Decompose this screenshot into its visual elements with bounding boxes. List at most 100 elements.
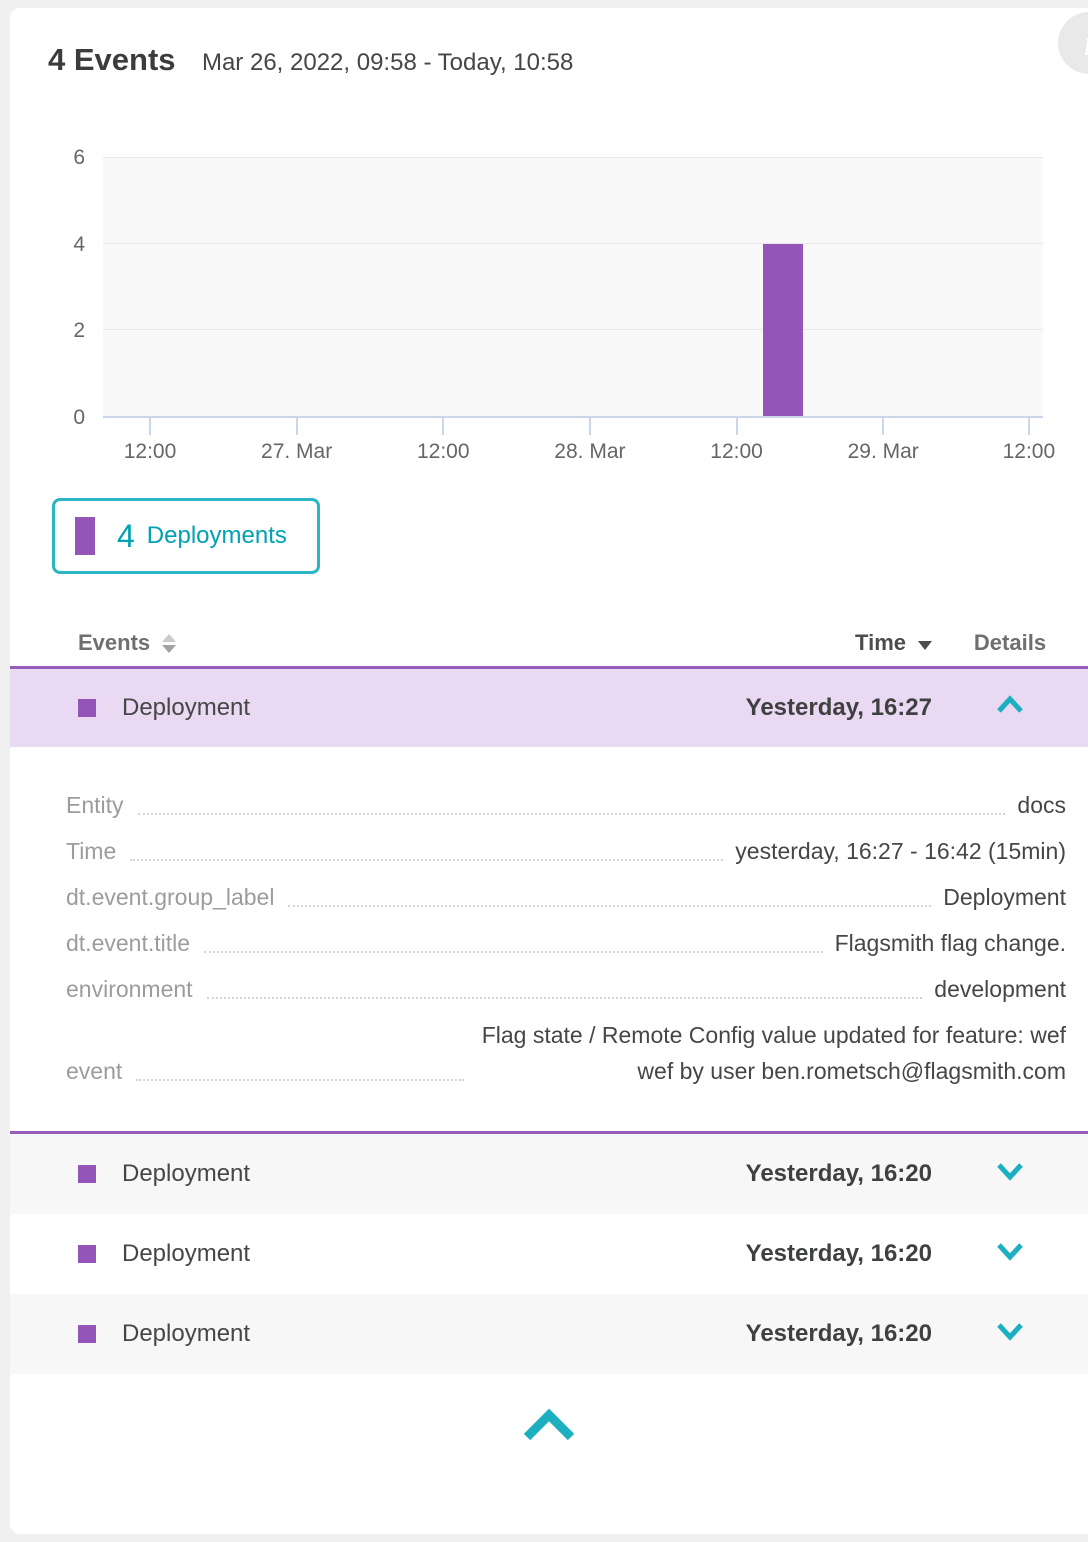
detail-leader-dots bbox=[138, 813, 1006, 815]
detail-leader-dots bbox=[204, 951, 823, 953]
detail-row: environment development bbox=[66, 971, 1066, 1007]
event-row[interactable]: Deployment Yesterday, 16:20 bbox=[10, 1294, 1088, 1374]
time-header-label: Time bbox=[855, 630, 906, 655]
x-axis-tick bbox=[296, 418, 298, 435]
gridline bbox=[103, 243, 1043, 244]
detail-leader-dots bbox=[207, 997, 923, 999]
detail-row: Time yesterday, 16:27 - 16:42 (15min) bbox=[66, 833, 1066, 869]
event-details-cell bbox=[932, 1160, 1088, 1188]
triangle-down-icon bbox=[918, 641, 932, 650]
detail-value: Flagsmith flag change. bbox=[835, 925, 1066, 961]
detail-value: development bbox=[934, 971, 1066, 1007]
timeframe-label: Mar 26, 2022, 09:58 - Today, 10:58 bbox=[202, 49, 573, 77]
detail-label: event bbox=[66, 1053, 122, 1089]
column-header-time[interactable]: Time bbox=[672, 630, 932, 656]
event-details-cell bbox=[932, 694, 1088, 722]
event-time-label: Yesterday, 16:27 bbox=[746, 694, 932, 721]
events-table: Events Time Details Deployment Yesterday,… bbox=[10, 620, 1088, 1374]
event-time-label: Yesterday, 16:20 bbox=[746, 1240, 932, 1267]
events-header-label: Events bbox=[78, 630, 150, 656]
chevron-down-icon[interactable] bbox=[932, 1241, 1088, 1261]
event-time-label: Yesterday, 16:20 bbox=[746, 1320, 932, 1347]
deployments-swatch-icon bbox=[75, 517, 95, 555]
x-axis-tick-label: 28. Mar bbox=[554, 440, 625, 464]
info-icon[interactable]: i bbox=[1058, 12, 1088, 74]
detail-value: yesterday, 16:27 - 16:42 (15min) bbox=[735, 833, 1066, 869]
detail-label: Entity bbox=[66, 787, 124, 823]
detail-row: dt.event.title Flagsmith flag change. bbox=[66, 925, 1066, 961]
event-type-label: Deployment bbox=[122, 1320, 250, 1348]
plot-area bbox=[103, 158, 1043, 418]
x-axis-tick-label: 27. Mar bbox=[261, 440, 332, 464]
column-header-events[interactable]: Events bbox=[10, 630, 672, 656]
event-row[interactable]: Deployment Yesterday, 16:27 bbox=[10, 669, 1088, 747]
event-row[interactable]: Deployment Yesterday, 16:20 bbox=[10, 1214, 1088, 1294]
deployment-square-icon bbox=[78, 1165, 96, 1183]
legend-count: 4 bbox=[117, 518, 135, 555]
table-body: Deployment Yesterday, 16:27 Entity docs Time… bbox=[10, 666, 1088, 1374]
event-details-cell bbox=[932, 1240, 1088, 1268]
x-axis-tick bbox=[589, 418, 591, 435]
deployment-square-icon bbox=[78, 699, 96, 717]
event-type-label: Deployment bbox=[122, 1160, 250, 1188]
event-cell: Deployment bbox=[10, 694, 672, 722]
x-axis-tick bbox=[882, 418, 884, 435]
detail-row: Entity docs bbox=[66, 787, 1066, 823]
event-cell: Deployment bbox=[10, 1320, 672, 1348]
legend-label: Deployments bbox=[147, 522, 287, 550]
sort-arrows-icon bbox=[162, 634, 176, 653]
x-axis-tick bbox=[736, 418, 738, 435]
event-time-label: Yesterday, 16:20 bbox=[746, 1160, 932, 1187]
detail-value: Deployment bbox=[943, 879, 1066, 915]
table-footer bbox=[10, 1402, 1088, 1448]
detail-row: dt.event.group_label Deployment bbox=[66, 879, 1066, 915]
gridline bbox=[103, 157, 1043, 158]
detail-label: Time bbox=[66, 833, 116, 869]
page-title: 4 Events bbox=[48, 42, 176, 78]
expanded-event-group: Deployment Yesterday, 16:27 Entity docs Time… bbox=[10, 666, 1088, 1134]
detail-value: Flag state / Remote Config value updated… bbox=[476, 1017, 1066, 1089]
detail-leader-dots bbox=[130, 859, 723, 861]
event-time-cell: Yesterday, 16:20 bbox=[672, 1320, 932, 1348]
x-axis-tick-label: 12:00 bbox=[710, 440, 763, 464]
detail-row: event Flag state / Remote Config value up… bbox=[66, 1017, 1066, 1089]
x-axis-tick-label: 12:00 bbox=[124, 440, 177, 464]
detail-leader-dots bbox=[136, 1079, 464, 1081]
x-axis-tick bbox=[149, 418, 151, 435]
x-axis-tick-label: 12:00 bbox=[417, 440, 470, 464]
detail-leader-dots bbox=[288, 905, 931, 907]
chevron-up-icon[interactable] bbox=[932, 695, 1088, 715]
event-details-panel: Entity docs Time yesterday, 16:27 - 16:42 (… bbox=[10, 747, 1088, 1131]
events-chart: 024612:0027. Mar12:0028. Mar12:0029. Mar… bbox=[103, 158, 1043, 418]
event-details-cell bbox=[932, 1320, 1088, 1348]
y-axis-tick-label: 4 bbox=[45, 233, 85, 257]
y-axis-tick-label: 6 bbox=[45, 146, 85, 170]
deployment-square-icon bbox=[78, 1325, 96, 1343]
deployment-square-icon bbox=[78, 1245, 96, 1263]
gridline bbox=[103, 329, 1043, 330]
deployment-bar[interactable] bbox=[763, 244, 803, 416]
column-header-details: Details bbox=[932, 630, 1088, 656]
x-axis-tick bbox=[1028, 418, 1030, 435]
details-header-label: Details bbox=[974, 630, 1046, 655]
x-axis-tick-label: 29. Mar bbox=[848, 440, 919, 464]
event-cell: Deployment bbox=[10, 1160, 672, 1188]
x-axis-tick-label: 12:00 bbox=[1003, 440, 1056, 464]
event-row[interactable]: Deployment Yesterday, 16:20 bbox=[10, 1134, 1088, 1214]
event-time-cell: Yesterday, 16:20 bbox=[672, 1160, 932, 1188]
detail-label: dt.event.title bbox=[66, 925, 190, 961]
detail-label: environment bbox=[66, 971, 193, 1007]
legend-deployments[interactable]: 4 Deployments bbox=[52, 498, 320, 574]
detail-value: docs bbox=[1017, 787, 1066, 823]
chevron-down-icon[interactable] bbox=[932, 1321, 1088, 1341]
collapse-events-icon[interactable] bbox=[514, 1402, 584, 1448]
table-header: Events Time Details bbox=[10, 620, 1088, 666]
detail-label: dt.event.group_label bbox=[66, 879, 274, 915]
events-panel: 4 Events Mar 26, 2022, 09:58 - Today, 10… bbox=[10, 8, 1088, 1534]
event-cell: Deployment bbox=[10, 1240, 672, 1268]
y-axis-tick-label: 0 bbox=[45, 406, 85, 430]
x-axis-tick bbox=[442, 418, 444, 435]
event-time-cell: Yesterday, 16:27 bbox=[672, 694, 932, 722]
chevron-down-icon[interactable] bbox=[932, 1161, 1088, 1181]
event-type-label: Deployment bbox=[122, 694, 250, 722]
